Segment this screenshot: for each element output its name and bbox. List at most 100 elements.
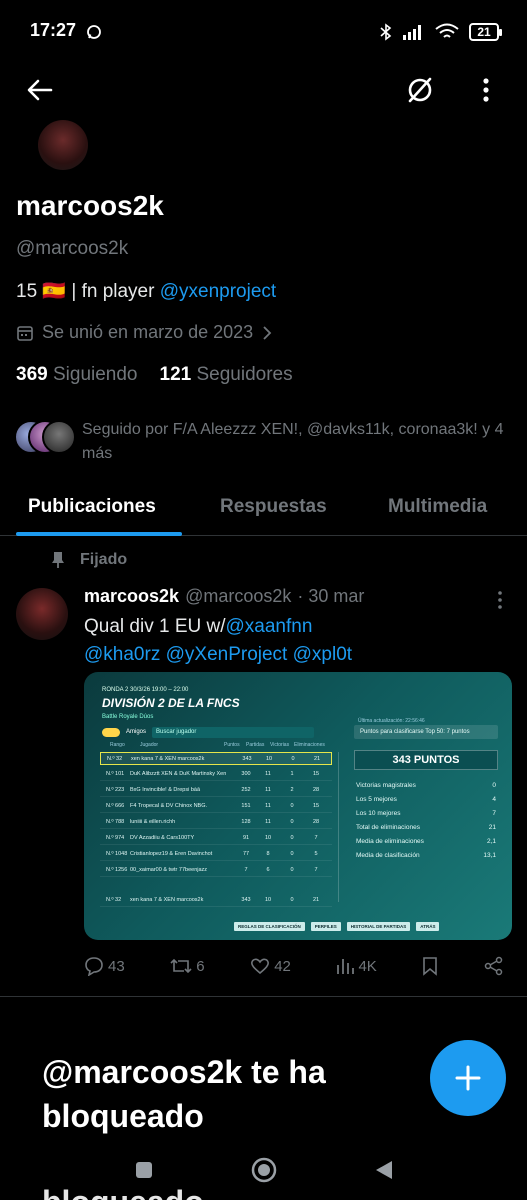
image-divider xyxy=(338,752,339,902)
tweet-date[interactable]: · 30 mar xyxy=(297,586,364,607)
bookmark-button[interactable] xyxy=(422,954,438,978)
row-player: xen kana 7 & XEN marcoos2k xyxy=(131,755,205,762)
views-button[interactable]: 4K xyxy=(336,954,377,978)
view-count: 4K xyxy=(358,957,377,975)
row-wins: 0 xyxy=(290,897,294,903)
row-player: 00_xaimar00 & twtr 77beenjazz xyxy=(130,867,208,873)
retweet-button[interactable]: 6 xyxy=(170,954,205,978)
row-matches: 11 xyxy=(265,787,271,793)
plus-icon xyxy=(455,1065,481,1091)
row-wins: 0 xyxy=(290,819,294,825)
tab-media[interactable]: Multimedia xyxy=(388,496,487,518)
row-elims: 15 xyxy=(312,803,320,809)
profile-joined-date[interactable]: Se unió en marzo de 2023 xyxy=(16,322,273,343)
image-button: ATRÁS xyxy=(416,922,440,931)
leaderboard-row: N.º 974 DV Azzadiiu & Cars100TY 91 10 0 7 xyxy=(100,832,332,845)
image-title: DIVISIÓN 2 DE LA FNCS xyxy=(102,696,240,710)
row-rank: N.º 788 xyxy=(106,819,125,825)
leaderboard-row: N.º 666 F4 Tropecal & DV Chinox NBG. 151 11… xyxy=(100,800,332,813)
row-rank: N.º 1048 xyxy=(106,851,128,857)
mention-link[interactable]: @yXenProject xyxy=(166,644,288,665)
stat-label: Media de eliminaciones xyxy=(356,838,424,845)
image-search-field: Buscar jugador xyxy=(152,726,315,738)
stat-row: Total de eliminaciones 21 xyxy=(356,824,496,831)
tweet-author-name[interactable]: marcoos2k xyxy=(84,586,179,607)
row-player: xen kana 7 & XEN marcoos2k xyxy=(130,897,204,903)
row-rank: N.º 32 xyxy=(107,755,123,762)
col-header: Puntos xyxy=(224,742,240,748)
leaderboard-row: N.º 32 xen kana 7 & XEN marcoos2k 343 10 0 21 xyxy=(100,894,332,907)
followers-link[interactable]: 121 Seguidores xyxy=(160,364,293,386)
leaderboard-row: N.º 788 luniiii & eillen.richh 128 11 0 28 xyxy=(100,816,332,829)
like-button[interactable]: 42 xyxy=(250,954,291,978)
row-rank: N.º 32 xyxy=(106,897,122,903)
mention-link[interactable]: @kha0rz xyxy=(84,644,160,665)
col-header: Victorias xyxy=(270,742,290,748)
profile-handle: @marcoos2k xyxy=(16,238,129,259)
back-button[interactable] xyxy=(20,70,60,110)
row-points: 252 xyxy=(241,787,251,793)
back-nav-button[interactable] xyxy=(374,1159,394,1181)
profile-avatar[interactable] xyxy=(38,120,88,170)
reply-count: 43 xyxy=(108,957,125,975)
status-icons: 21 xyxy=(379,20,502,44)
no-sync-button[interactable] xyxy=(400,70,440,110)
heart-icon xyxy=(251,958,270,975)
stat-label: Los 5 mejores xyxy=(356,796,397,803)
row-elims: 28 xyxy=(312,819,320,825)
chevron-right-icon xyxy=(263,325,272,340)
tab-posts[interactable]: Publicaciones xyxy=(28,496,156,518)
image-update-label: Última actualización: 22:56:46 xyxy=(358,718,425,724)
row-elims: 21 xyxy=(313,755,321,762)
followers-label: Seguidores xyxy=(196,364,293,385)
image-filter-row: Amigos Buscar jugador xyxy=(102,726,322,738)
wifi-icon xyxy=(435,23,459,38)
followed-by-text[interactable]: Seguido por F/A Aleezzz XEN!, @davks11k,… xyxy=(82,418,512,466)
home-button[interactable] xyxy=(250,1156,278,1184)
followed-by-avatars[interactable] xyxy=(14,420,76,456)
row-wins: 1 xyxy=(290,771,294,777)
leaderboard-row: N.º 1048 Cristianlopez19 & Eren Davinchot… xyxy=(100,848,332,861)
stat-value: 7 xyxy=(492,810,496,817)
recent-apps-button[interactable] xyxy=(134,1160,154,1180)
row-elims: 5 xyxy=(314,851,318,857)
following-link[interactable]: 369 Siguiendo xyxy=(16,364,138,386)
leaderboard-row: N.º 32 xen kana 7 & XEN marcoos2k 343 10 0 21 xyxy=(100,752,332,765)
tweet-author-handle[interactable]: @marcoos2k xyxy=(185,586,291,607)
retweet-count: 6 xyxy=(196,957,205,975)
tweet-more-icon[interactable] xyxy=(490,588,510,612)
mention-link[interactable]: @xaanfnn xyxy=(226,616,313,637)
row-points: 77 xyxy=(242,851,250,857)
stat-label: Media de clasificación xyxy=(356,852,420,859)
tweet-author-avatar[interactable] xyxy=(16,588,68,640)
reply-button[interactable]: 43 xyxy=(84,954,125,978)
bio-mention-link[interactable]: @yxenproject xyxy=(160,281,276,302)
image-round-label: RONDA 2 30/3/26 19:00 – 22:00 xyxy=(102,687,189,693)
more-options-button[interactable] xyxy=(466,70,506,110)
row-wins: 2 xyxy=(290,787,294,793)
row-rank: N.º 223 xyxy=(106,787,125,793)
row-player: luniiii & eillen.richh xyxy=(130,819,176,825)
tweet-image[interactable]: RONDA 2 30/3/26 19:00 – 22:00 DIVISIÓN 2… xyxy=(84,672,512,940)
bookmark-icon xyxy=(423,957,438,976)
compose-post-button[interactable] xyxy=(430,1040,506,1116)
row-player: BxG Invincible! & Drepsi bàā xyxy=(130,787,201,793)
stat-label: Victorias magistrales xyxy=(356,782,416,789)
vertical-dots-icon xyxy=(483,78,489,102)
stat-label: Los 10 mejores xyxy=(356,810,401,817)
mention-link[interactable]: @xpl0t xyxy=(293,644,352,665)
row-matches: 8 xyxy=(266,851,270,857)
reply-icon xyxy=(85,957,103,976)
following-label: Siguiendo xyxy=(52,364,138,385)
joined-text: Se unió en marzo de 2023 xyxy=(42,322,254,342)
stat-row: Victorias magistrales 0 xyxy=(356,782,496,789)
tab-replies[interactable]: Respuestas xyxy=(220,496,327,518)
section-divider xyxy=(0,996,527,997)
row-player: DV Azzadiiu & Cars100TY xyxy=(130,835,195,841)
row-matches: 6 xyxy=(266,867,270,873)
stat-row: Los 5 mejores 4 xyxy=(356,796,496,803)
row-elims: 21 xyxy=(312,897,320,903)
share-button[interactable] xyxy=(484,954,504,978)
stat-value: 0 xyxy=(492,782,496,789)
col-header: Jugador xyxy=(140,742,159,748)
